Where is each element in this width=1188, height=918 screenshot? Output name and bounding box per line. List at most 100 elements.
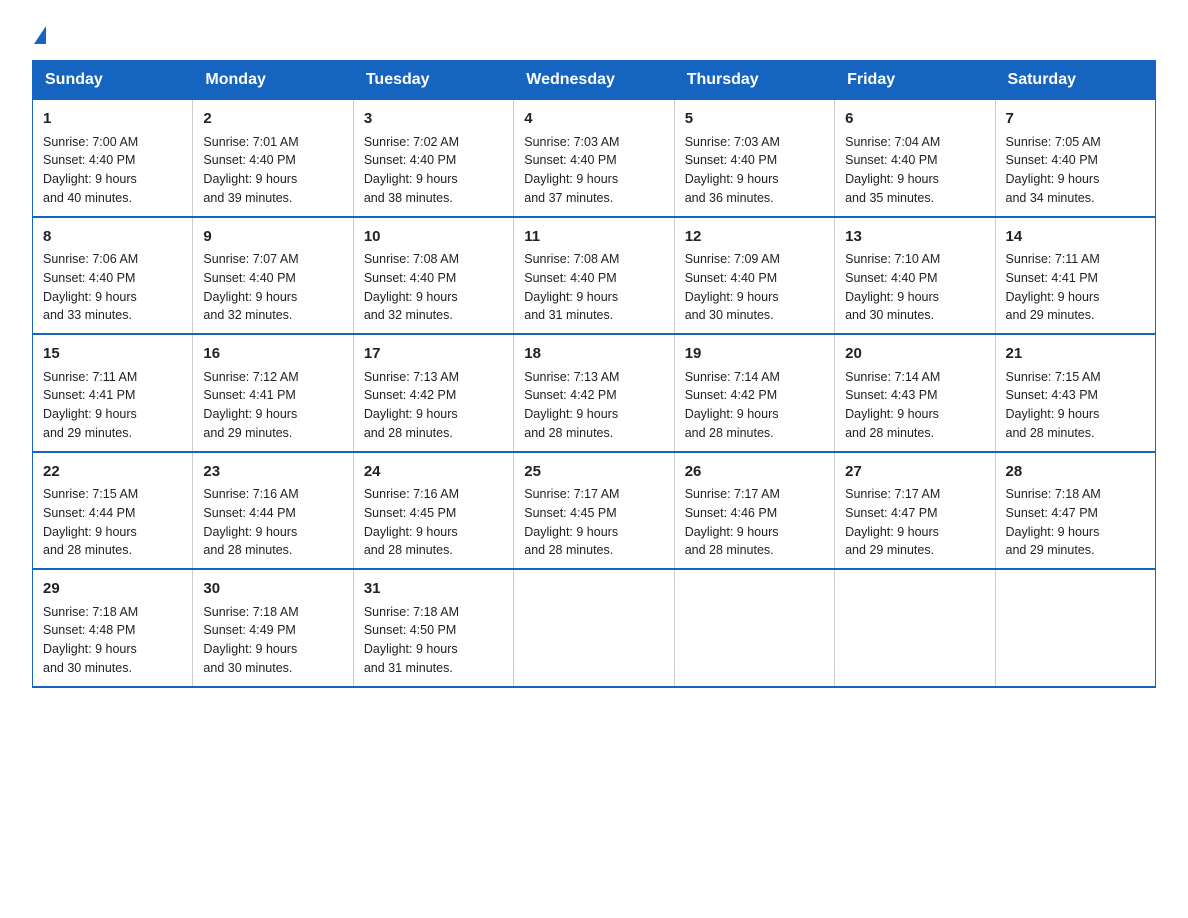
daylight-minutes-text: and 29 minutes. — [203, 426, 292, 440]
calendar-day-cell: 24 Sunrise: 7:16 AM Sunset: 4:45 PM Dayl… — [353, 452, 513, 570]
sunset-text: Sunset: 4:47 PM — [845, 506, 937, 520]
daylight-minutes-text: and 33 minutes. — [43, 308, 132, 322]
daylight-text: Daylight: 9 hours — [43, 642, 137, 656]
calendar-day-cell: 29 Sunrise: 7:18 AM Sunset: 4:48 PM Dayl… — [33, 569, 193, 687]
sunset-text: Sunset: 4:40 PM — [203, 153, 295, 167]
sunset-text: Sunset: 4:40 PM — [43, 153, 135, 167]
sunrise-text: Sunrise: 7:07 AM — [203, 252, 298, 266]
sunrise-text: Sunrise: 7:11 AM — [1006, 252, 1100, 266]
sunrise-text: Sunrise: 7:17 AM — [685, 487, 780, 501]
daylight-text: Daylight: 9 hours — [1006, 525, 1100, 539]
daylight-text: Daylight: 9 hours — [845, 407, 939, 421]
day-number: 31 — [364, 578, 503, 601]
sunset-text: Sunset: 4:42 PM — [524, 388, 616, 402]
calendar-day-cell: 7 Sunrise: 7:05 AM Sunset: 4:40 PM Dayli… — [995, 100, 1155, 217]
calendar-week-row: 1 Sunrise: 7:00 AM Sunset: 4:40 PM Dayli… — [33, 100, 1156, 217]
daylight-text: Daylight: 9 hours — [43, 525, 137, 539]
sunset-text: Sunset: 4:49 PM — [203, 623, 295, 637]
calendar-day-cell: 4 Sunrise: 7:03 AM Sunset: 4:40 PM Dayli… — [514, 100, 674, 217]
sunset-text: Sunset: 4:40 PM — [43, 271, 135, 285]
calendar-day-cell: 2 Sunrise: 7:01 AM Sunset: 4:40 PM Dayli… — [193, 100, 353, 217]
daylight-minutes-text: and 29 minutes. — [845, 543, 934, 557]
daylight-minutes-text: and 28 minutes. — [43, 543, 132, 557]
sunrise-text: Sunrise: 7:11 AM — [43, 370, 137, 384]
sunset-text: Sunset: 4:48 PM — [43, 623, 135, 637]
sunrise-text: Sunrise: 7:13 AM — [524, 370, 619, 384]
day-number: 13 — [845, 226, 984, 249]
sunset-text: Sunset: 4:42 PM — [685, 388, 777, 402]
daylight-text: Daylight: 9 hours — [364, 407, 458, 421]
sunrise-text: Sunrise: 7:05 AM — [1006, 135, 1101, 149]
daylight-text: Daylight: 9 hours — [203, 172, 297, 186]
calendar-day-cell: 8 Sunrise: 7:06 AM Sunset: 4:40 PM Dayli… — [33, 217, 193, 335]
sunset-text: Sunset: 4:40 PM — [364, 153, 456, 167]
daylight-minutes-text: and 35 minutes. — [845, 191, 934, 205]
sunset-text: Sunset: 4:40 PM — [685, 153, 777, 167]
sunset-text: Sunset: 4:45 PM — [524, 506, 616, 520]
day-number: 20 — [845, 343, 984, 366]
day-number: 19 — [685, 343, 824, 366]
daylight-text: Daylight: 9 hours — [524, 407, 618, 421]
daylight-minutes-text: and 28 minutes. — [524, 543, 613, 557]
daylight-minutes-text: and 29 minutes. — [43, 426, 132, 440]
sunset-text: Sunset: 4:44 PM — [43, 506, 135, 520]
calendar-day-cell: 12 Sunrise: 7:09 AM Sunset: 4:40 PM Dayl… — [674, 217, 834, 335]
day-of-week-header: Thursday — [674, 61, 834, 100]
day-number: 7 — [1006, 108, 1145, 131]
calendar-day-cell: 28 Sunrise: 7:18 AM Sunset: 4:47 PM Dayl… — [995, 452, 1155, 570]
daylight-minutes-text: and 30 minutes. — [43, 661, 132, 675]
daylight-text: Daylight: 9 hours — [1006, 407, 1100, 421]
daylight-text: Daylight: 9 hours — [43, 172, 137, 186]
sunset-text: Sunset: 4:41 PM — [1006, 271, 1098, 285]
sunrise-text: Sunrise: 7:02 AM — [364, 135, 459, 149]
calendar-day-cell: 23 Sunrise: 7:16 AM Sunset: 4:44 PM Dayl… — [193, 452, 353, 570]
calendar-day-cell: 6 Sunrise: 7:04 AM Sunset: 4:40 PM Dayli… — [835, 100, 995, 217]
calendar-day-cell: 31 Sunrise: 7:18 AM Sunset: 4:50 PM Dayl… — [353, 569, 513, 687]
sunset-text: Sunset: 4:41 PM — [203, 388, 295, 402]
daylight-minutes-text: and 28 minutes. — [524, 426, 613, 440]
calendar-day-cell: 21 Sunrise: 7:15 AM Sunset: 4:43 PM Dayl… — [995, 334, 1155, 452]
daylight-minutes-text: and 32 minutes. — [364, 308, 453, 322]
sunrise-text: Sunrise: 7:03 AM — [685, 135, 780, 149]
day-number: 30 — [203, 578, 342, 601]
daylight-minutes-text: and 37 minutes. — [524, 191, 613, 205]
day-number: 21 — [1006, 343, 1145, 366]
daylight-text: Daylight: 9 hours — [43, 290, 137, 304]
sunset-text: Sunset: 4:40 PM — [1006, 153, 1098, 167]
sunrise-text: Sunrise: 7:06 AM — [43, 252, 138, 266]
daylight-minutes-text: and 39 minutes. — [203, 191, 292, 205]
daylight-minutes-text: and 32 minutes. — [203, 308, 292, 322]
sunrise-text: Sunrise: 7:01 AM — [203, 135, 298, 149]
calendar-day-cell: 13 Sunrise: 7:10 AM Sunset: 4:40 PM Dayl… — [835, 217, 995, 335]
sunset-text: Sunset: 4:44 PM — [203, 506, 295, 520]
sunrise-text: Sunrise: 7:15 AM — [43, 487, 138, 501]
day-number: 23 — [203, 461, 342, 484]
calendar-day-cell: 18 Sunrise: 7:13 AM Sunset: 4:42 PM Dayl… — [514, 334, 674, 452]
sunrise-text: Sunrise: 7:14 AM — [845, 370, 940, 384]
calendar-header: SundayMondayTuesdayWednesdayThursdayFrid… — [33, 61, 1156, 100]
day-of-week-header: Wednesday — [514, 61, 674, 100]
daylight-minutes-text: and 28 minutes. — [845, 426, 934, 440]
day-number: 11 — [524, 226, 663, 249]
daylight-text: Daylight: 9 hours — [364, 525, 458, 539]
sunrise-text: Sunrise: 7:08 AM — [524, 252, 619, 266]
sunset-text: Sunset: 4:41 PM — [43, 388, 135, 402]
day-of-week-header: Tuesday — [353, 61, 513, 100]
sunrise-text: Sunrise: 7:12 AM — [203, 370, 298, 384]
calendar-day-cell: 9 Sunrise: 7:07 AM Sunset: 4:40 PM Dayli… — [193, 217, 353, 335]
sunrise-text: Sunrise: 7:18 AM — [203, 605, 298, 619]
day-number: 25 — [524, 461, 663, 484]
daylight-minutes-text: and 29 minutes. — [1006, 308, 1095, 322]
sunset-text: Sunset: 4:40 PM — [845, 271, 937, 285]
day-number: 1 — [43, 108, 182, 131]
daylight-text: Daylight: 9 hours — [685, 407, 779, 421]
daylight-text: Daylight: 9 hours — [685, 290, 779, 304]
page-header — [32, 24, 1156, 42]
daylight-minutes-text: and 28 minutes. — [203, 543, 292, 557]
day-number: 16 — [203, 343, 342, 366]
calendar-week-row: 8 Sunrise: 7:06 AM Sunset: 4:40 PM Dayli… — [33, 217, 1156, 335]
day-of-week-header: Sunday — [33, 61, 193, 100]
day-number: 12 — [685, 226, 824, 249]
day-number: 5 — [685, 108, 824, 131]
sunrise-text: Sunrise: 7:18 AM — [43, 605, 138, 619]
